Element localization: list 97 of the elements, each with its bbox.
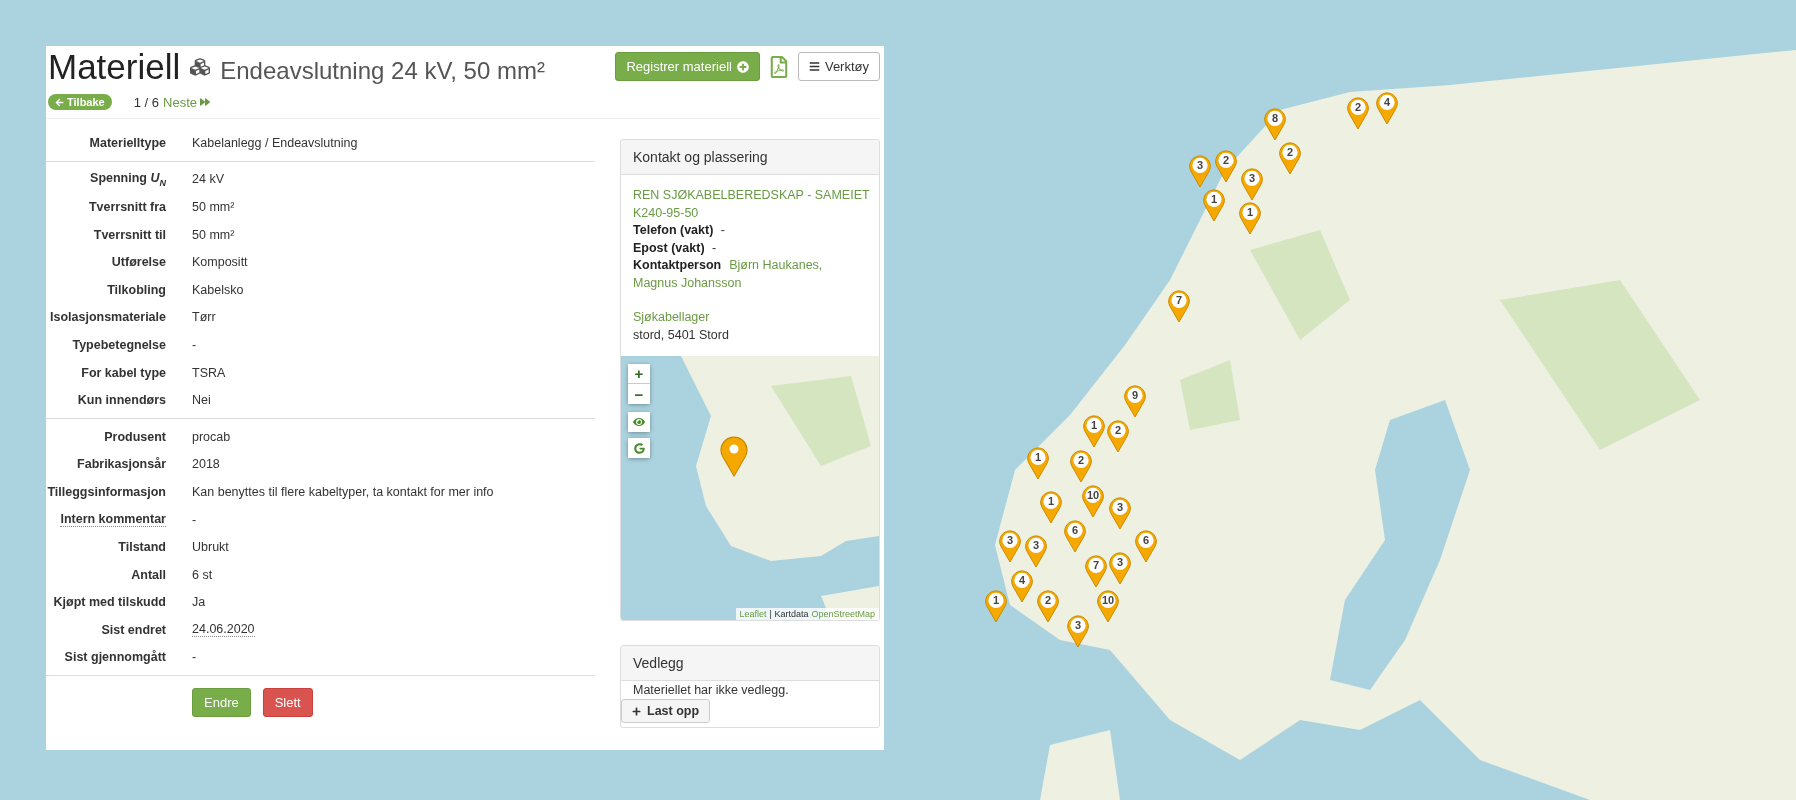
map-marker[interactable]: 2 [1214,149,1238,183]
field-value: Kabelanlegg / Endeavslutning [192,135,358,150]
contact-field: Telefon (vakt) - [633,222,725,240]
map-marker[interactable]: 1 [1026,446,1050,480]
map-marker[interactable]: 1 [1082,414,1106,448]
field-label: Spenning U$_{N}$ [90,171,166,188]
field-value: 50 mm² [192,227,235,242]
map-marker[interactable]: 3 [998,529,1022,563]
attribution-text: | Kartdata [769,609,809,619]
field-label: Antall [131,567,166,582]
map-marker[interactable]: 2 [1278,141,1302,175]
field-label: Isolasjonsmateriale [49,310,166,325]
field-label: Intern kommentar [60,512,166,527]
field-value: TSRA [192,365,226,380]
map-marker[interactable]: 3 [1066,614,1090,648]
page-title: Materiell [48,46,181,88]
field-value: Ubrukt [192,540,229,555]
map-marker[interactable]: 2 [1106,419,1130,453]
delete-button[interactable]: Slett [262,688,313,718]
field-value: Kabelsko [192,282,244,297]
field-value: Ja [192,595,206,610]
map-marker[interactable]: 1 [1238,201,1262,235]
map-marker[interactable]: 8 [1263,107,1287,141]
field-value: 24 kV [192,172,224,187]
field-label: Sist gjennomgått [64,650,166,665]
field-label: Tverrsnitt fra [88,200,166,214]
map-marker[interactable]: 6 [1063,519,1087,553]
field-label: Tverrsnitt til [93,227,166,242]
map-pin[interactable] [719,435,749,477]
zoom-in-button[interactable]: + [628,364,650,384]
map-marker[interactable]: 10 [1096,589,1120,623]
field-label: Materielltype [89,135,166,150]
arrow-left-icon [55,97,64,107]
plus-icon [632,706,641,716]
map-marker[interactable]: 7 [1084,554,1108,588]
field-value: 6 st [192,567,213,582]
page-subtitle: Endeavslutning 24 kV, 50 mm² [220,57,545,85]
field-value: Nei [192,393,211,408]
map-marker[interactable]: 10 [1081,484,1105,518]
google-icon [633,442,645,454]
map-marker[interactable]: 3 [1108,551,1132,585]
map-marker[interactable]: 4 [1375,91,1399,125]
field-label: Tilleggsinformasjon [47,484,166,499]
map-marker[interactable]: 1 [1039,490,1063,524]
map-marker[interactable]: 3 [1024,534,1048,568]
eye-icon [633,416,645,428]
map-marker[interactable]: 2 [1346,96,1370,130]
map-marker[interactable]: 3 [1240,167,1264,201]
map-marker[interactable]: 3 [1188,154,1212,188]
map-marker[interactable]: 6 [1134,529,1158,563]
map-marker[interactable]: 1 [1202,188,1226,222]
field-value: Tørr [192,310,216,325]
card-header: Kontakt og plassering [621,140,879,175]
field-value: - [192,650,197,665]
field-value: - [192,337,197,352]
eye-button[interactable] [628,412,650,432]
field-value: Kan benyttes til flere kabeltyper, ta kontakt for mer info [192,484,494,499]
menu-icon [808,61,820,72]
map-marker[interactable]: 9 [1123,384,1147,418]
contact-field: Epost (vakt) - [633,239,717,257]
zoom-out-button[interactable]: − [628,384,650,404]
map-marker[interactable]: 1 [984,589,1008,623]
field-value: 24.06.2020 [192,622,255,638]
field-label: Typebetegnelse [72,337,166,352]
field-label: Produsent [104,429,166,444]
field-value: Kompositt [192,255,248,270]
map-marker[interactable]: 2 [1069,449,1093,483]
upload-button[interactable]: Last opp [621,699,711,723]
map-marker[interactable]: 3 [1108,496,1132,530]
field-value: 50 mm² [192,200,235,214]
mini-map[interactable]: + − Leaflet | Kartdata OpenStreetMap [621,356,879,620]
field-label: Utførelse [111,255,166,270]
card-header: Vedlegg [621,646,879,681]
field-label: Sist endret [101,622,166,637]
cubes-icon [190,57,211,77]
field-value: 2018 [192,457,220,472]
pager-text: 1 / 6 [133,94,159,110]
double-chevron-icon [200,97,210,107]
map-marker[interactable]: 4 [1010,569,1034,603]
empty-text: Materiellet har ikke vedlegg. [633,683,789,697]
person-link[interactable]: Bjørn Haukanes, [729,257,823,275]
google-button[interactable] [628,438,650,458]
map-marker[interactable]: 2 [1036,589,1060,623]
address-text: stord, 5401 Stord [633,326,729,344]
field-label: Tilkobling [107,282,166,297]
field-label: Fabrikasjonsår [77,457,166,472]
map-marker[interactable]: 7 [1167,289,1191,323]
field-label: For kabel type [81,365,166,380]
map-background[interactable] [0,0,1796,800]
tools-button[interactable]: Verktøy [797,52,880,81]
field-value: - [192,512,197,527]
person-link[interactable]: Magnus Johansson [633,274,742,292]
field-value: procab [192,429,231,444]
field-label: Kun innendørs [77,393,166,408]
field-label: Kjøpt med tilskudd [53,595,166,610]
field-label: Tilstand [118,540,166,555]
contact-label: Kontaktperson [633,257,722,274]
